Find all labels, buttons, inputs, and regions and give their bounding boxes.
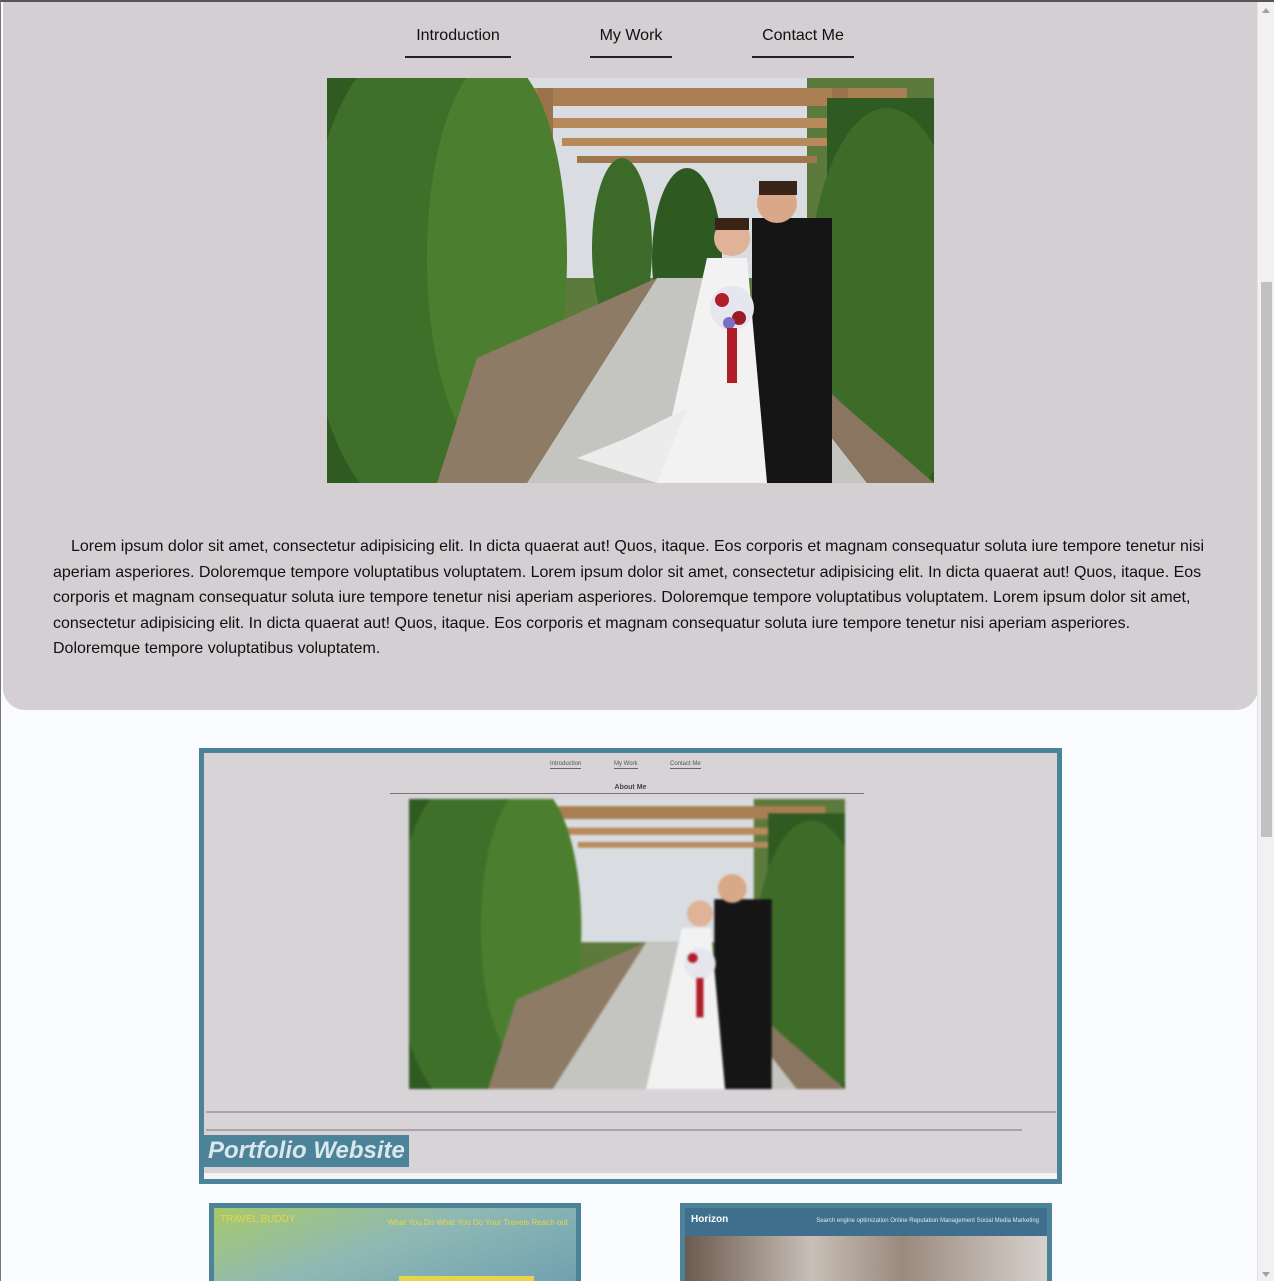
- portfolio-preview-photo: [409, 799, 845, 1089]
- travel-preview-links: What You Do What You Do Your Travels Rea…: [387, 1218, 568, 1227]
- nav-introduction[interactable]: Introduction: [405, 26, 511, 58]
- preview-nav-contact-me: Contact Me: [670, 761, 701, 769]
- nav-contact-me[interactable]: Contact Me: [752, 26, 854, 58]
- preview-text-line: [206, 1111, 1056, 1113]
- preview-text-line: [206, 1129, 1022, 1131]
- travel-preview-button: [399, 1276, 534, 1281]
- scrollbar-thumb[interactable]: [1261, 282, 1272, 837]
- wedding-photo: [327, 78, 934, 483]
- scroll-down-arrow-icon[interactable]: [1262, 1272, 1270, 1277]
- project-card-portfolio[interactable]: Introduction My Work Contact Me About Me: [199, 748, 1062, 1184]
- preview-divider: [390, 793, 864, 794]
- nav-my-work[interactable]: My Work: [590, 26, 672, 58]
- intro-section: Introduction My Work Contact Me Lorem ip…: [3, 2, 1258, 710]
- travel-preview-brand: TRAVEL BUDDY: [220, 1214, 296, 1225]
- horizon-preview-links: Search engine optimization Online Reputa…: [816, 1218, 1039, 1224]
- wedding-photo-illustration: [327, 78, 934, 483]
- page-scrollbar[interactable]: [1257, 2, 1274, 1281]
- preview-title: About Me: [614, 784, 647, 791]
- preview-nav-introduction: Introduction: [550, 761, 582, 769]
- scroll-up-arrow-icon[interactable]: [1262, 8, 1270, 13]
- project-card-horizon[interactable]: Horizon Search engine optimization Onlin…: [680, 1203, 1052, 1281]
- preview-footer: [204, 1173, 1057, 1179]
- project-card-travel[interactable]: TRAVEL BUDDY What You Do What You Do You…: [209, 1203, 581, 1281]
- horizon-preview-photo: [685, 1236, 1047, 1281]
- preview-nav-my-work: My Work: [614, 761, 638, 769]
- preview-photo-illustration: [409, 799, 845, 1089]
- project-label-portfolio: Portfolio Website: [204, 1135, 409, 1167]
- horizon-preview-brand: Horizon: [691, 1214, 729, 1225]
- intro-paragraph: Lorem ipsum dolor sit amet, consectetur …: [53, 538, 1205, 657]
